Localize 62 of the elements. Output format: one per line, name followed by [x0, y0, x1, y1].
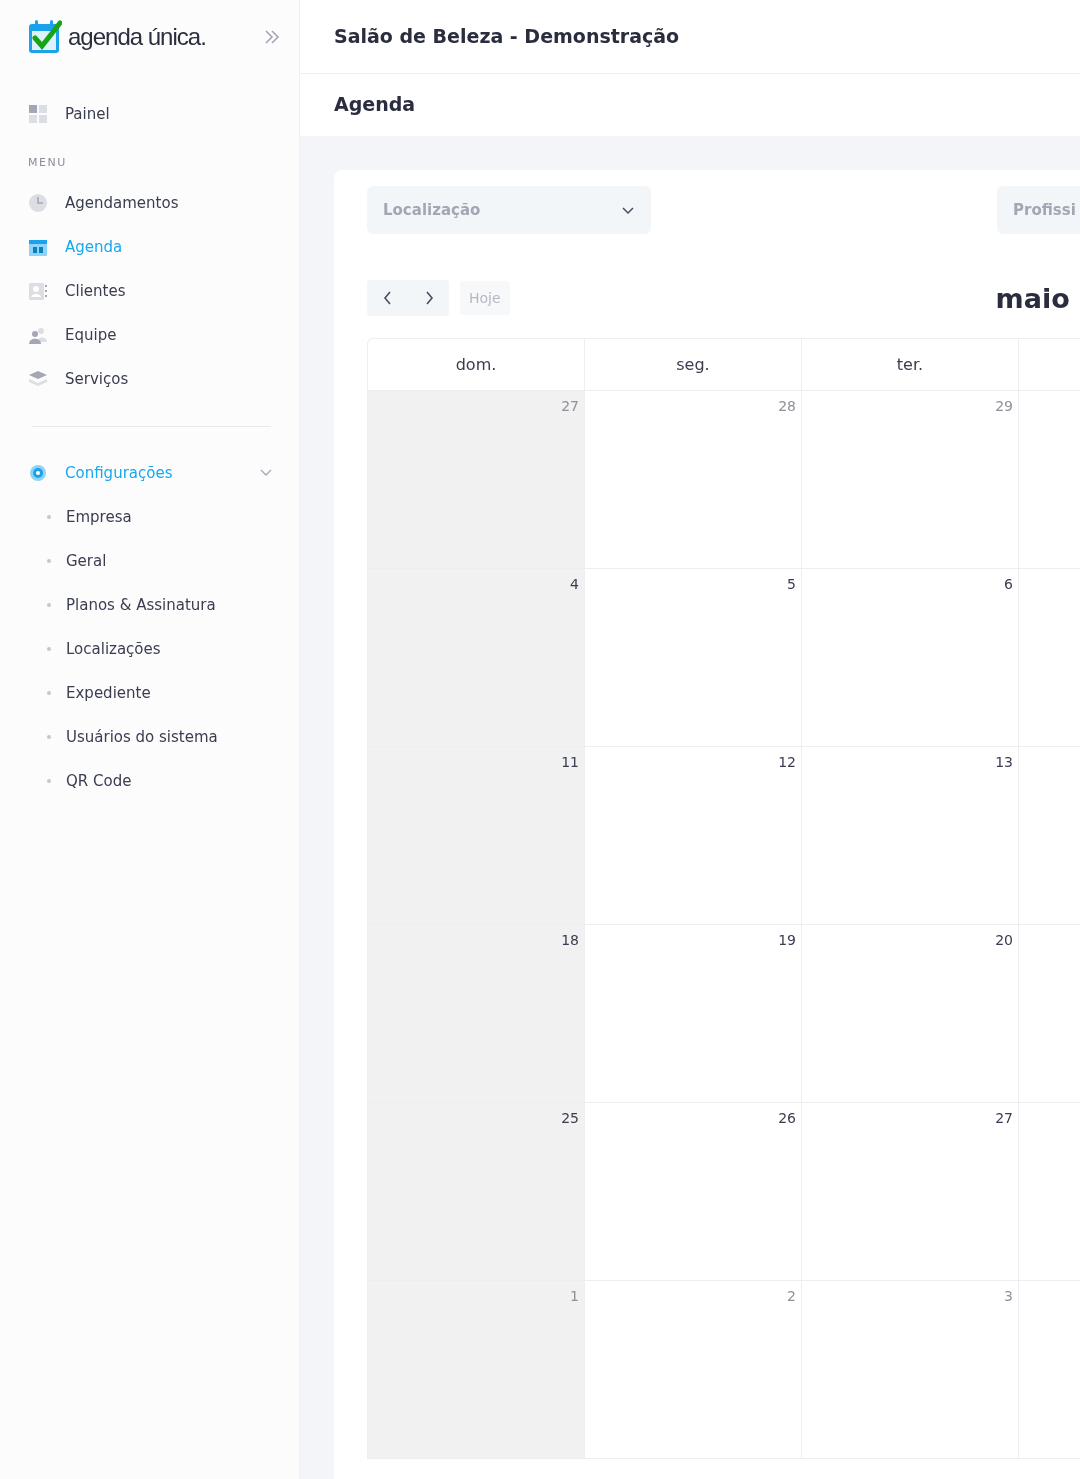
- contact-card-icon: [28, 281, 48, 301]
- day-cell[interactable]: 12: [585, 747, 802, 925]
- day-number: 26: [778, 1110, 796, 1126]
- menu-item[interactable]: Serviços: [28, 357, 272, 401]
- calendar-icon: [28, 237, 48, 257]
- day-number: 3: [1004, 1288, 1013, 1304]
- calendar-check-icon: [28, 19, 62, 55]
- day-number: 11: [561, 754, 579, 770]
- weekday-header: seg.: [585, 339, 802, 391]
- chevron-left-icon: [382, 291, 393, 305]
- day-number: 18: [561, 932, 579, 948]
- submenu-item[interactable]: Planos & Assinatura: [28, 583, 299, 627]
- day-number: 2: [787, 1288, 796, 1304]
- day-number: 27: [561, 398, 579, 414]
- day-cell[interactable]: 6: [802, 569, 1019, 747]
- day-number: 28: [778, 398, 796, 414]
- chevron-right-icon: [423, 291, 434, 305]
- people-icon: [28, 325, 48, 345]
- submenu-item[interactable]: Expediente: [28, 671, 299, 715]
- menu-item[interactable]: Clientes: [28, 269, 272, 313]
- submenu-item[interactable]: Empresa: [28, 495, 299, 539]
- submenu-item[interactable]: Localizações: [28, 627, 299, 671]
- weekday-header: ter.: [802, 339, 1019, 391]
- day-number: 5: [787, 576, 796, 592]
- day-cell[interactable]: 25: [368, 1103, 585, 1281]
- day-cell[interactable]: 26: [585, 1103, 802, 1281]
- day-number: 4: [570, 576, 579, 592]
- day-cell[interactable]: 11: [368, 747, 585, 925]
- menu-item[interactable]: Equipe: [28, 313, 272, 357]
- day-number: 12: [778, 754, 796, 770]
- submenu-item[interactable]: Geral: [28, 539, 299, 583]
- day-number: 25: [561, 1110, 579, 1126]
- day-number: 19: [778, 932, 796, 948]
- day-cell[interactable]: 27: [802, 1103, 1019, 1281]
- month-title: maio: [995, 282, 1070, 314]
- gear-icon: [28, 463, 48, 483]
- day-cell[interactable]: 4: [368, 569, 585, 747]
- brand-name: agenda única.: [68, 23, 206, 51]
- day-cell[interactable]: 20: [802, 925, 1019, 1103]
- menu-item[interactable]: Painel: [28, 92, 272, 136]
- double-chevron-icon[interactable]: [262, 29, 281, 45]
- day-cell[interactable]: 5: [585, 569, 802, 747]
- day-number: 13: [995, 754, 1013, 770]
- day-cell[interactable]: 18: [368, 925, 585, 1103]
- day-number: 6: [1004, 576, 1013, 592]
- submenu-item[interactable]: Usuários do sistema: [28, 715, 299, 759]
- squares-icon: [28, 104, 48, 124]
- day-number: 27: [995, 1110, 1013, 1126]
- submenu-item[interactable]: QR Code: [28, 759, 299, 803]
- clock-icon: [28, 193, 48, 213]
- chevron-down-icon: [260, 469, 272, 477]
- chevron-down-icon: [622, 207, 634, 215]
- menu-item[interactable]: Agendamentos: [28, 181, 272, 225]
- day-cell[interactable]: 13: [802, 747, 1019, 925]
- section-label: MENU: [28, 156, 68, 169]
- section-title: Agenda: [300, 74, 1080, 136]
- page-title: Salão de Beleza - Demonstração: [300, 0, 1080, 74]
- day-number: 20: [995, 932, 1013, 948]
- layers-icon: [28, 369, 48, 389]
- day-number: 29: [995, 398, 1013, 414]
- day-number: 1: [570, 1288, 579, 1304]
- day-cell[interactable]: 19: [585, 925, 802, 1103]
